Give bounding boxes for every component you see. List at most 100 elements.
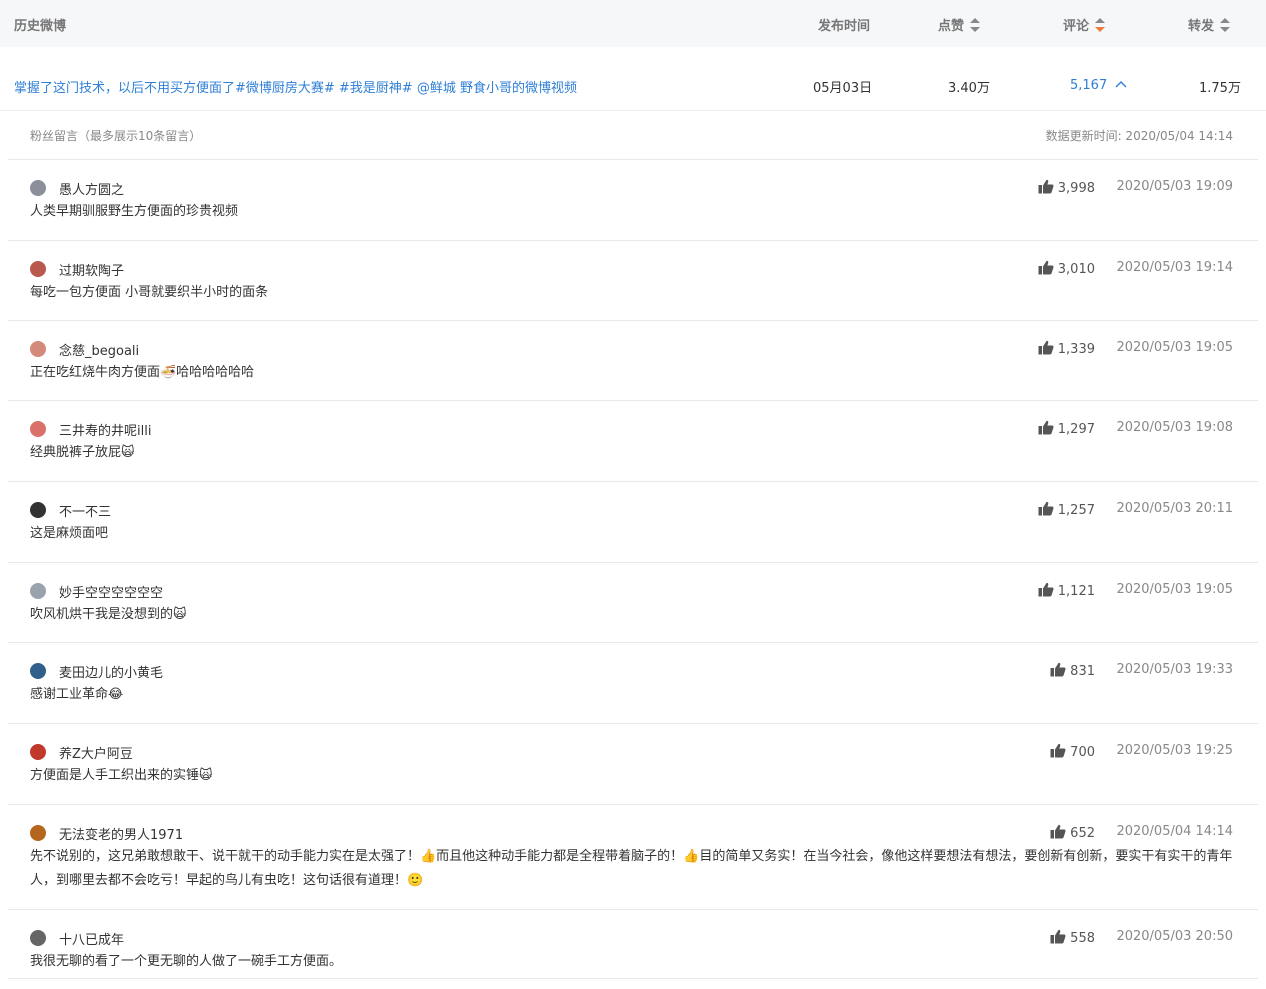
comment-text: 方便面是人手工织出来的实锤🙀 [30,768,213,783]
comment-likes-count: 1,339 [1057,342,1095,357]
comment-likes-count: 831 [1070,664,1095,679]
avatar[interactable] [30,421,46,437]
thumbs-up-icon [1038,260,1054,275]
comment-time: 2020/05/03 20:11 [1116,501,1233,516]
comment-item: 念慈_begoali 1,339 2020/05/03 19:05 正在吃红烧牛肉方便… [8,320,1258,400]
comment-item: 麦田边儿的小黄毛 831 2020/05/03 19:33 感谢工业革命😂 [8,642,1258,723]
fan-comments-header: 粉丝留言（最多展示10条留言） 数据更新时间: 2020/05/04 14:14 [0,111,1266,159]
comment-likes: 831 [1050,662,1095,679]
post-comments[interactable]: 5,167 [1070,77,1127,93]
avatar[interactable] [30,502,46,518]
comment-likes: 3,010 [1038,260,1095,277]
thumbs-up-icon [1038,340,1054,355]
thumbs-up-icon [1050,824,1066,839]
comment-text: 先不说别的，这兄弟敢想敢干、说干就干的动手能力实在是太强了！👍而且他这种动手能力… [30,849,1233,888]
comment-time: 2020/05/03 19:25 [1116,743,1233,758]
avatar[interactable] [30,341,46,357]
column-comments[interactable]: 评论 [1063,15,1106,34]
header-title: 历史微博 [14,19,67,34]
avatar[interactable] [30,825,46,841]
comment-item: 不一不三 1,257 2020/05/03 20:11 这是麻烦面吧 [8,481,1258,562]
avatar[interactable] [30,180,46,196]
column-likes[interactable]: 点赞 [938,15,981,34]
comment-likes-count: 1,121 [1057,584,1095,599]
avatar[interactable] [30,663,46,679]
comment-likes: 1,257 [1038,501,1095,518]
comment-username[interactable]: 愚人方圆之 [59,179,124,198]
comment-likes-count: 3,010 [1057,262,1095,277]
comment-text: 正在吃红烧牛肉方便面🍜哈哈哈哈哈哈 [30,365,255,380]
comment-likes: 558 [1050,929,1095,946]
thumbs-up-icon [1038,582,1054,597]
comment-username[interactable]: 三井寿的井呢illi [59,420,151,439]
comment-username[interactable]: 不一不三 [59,501,111,520]
comment-username[interactable]: 念慈_begoali [59,340,139,359]
fan-comments-title: 粉丝留言（最多展示10条留言） [30,129,202,143]
comment-likes-count: 1,297 [1057,422,1095,437]
column-publish-time[interactable]: 发布时间 [818,15,870,34]
comment-item: 过期软陶子 3,010 2020/05/03 19:14 每吃一包方便面 小哥就要织半… [8,240,1258,320]
avatar[interactable] [30,583,46,599]
chevron-up-icon[interactable] [1115,77,1127,92]
column-likes-label: 点赞 [938,19,965,34]
comment-likes-count: 700 [1070,745,1095,760]
comment-text: 人类早期驯服野生方便面的珍贵视频 [30,204,239,219]
divider [8,978,1258,979]
comment-username[interactable]: 无法变老的男人1971 [59,824,183,843]
comment-item: 养Z大户阿豆 700 2020/05/03 19:25 方便面是人手工织出来的实锤🙀 [8,723,1258,804]
comment-text: 吹风机烘干我是没想到的🙀 [30,607,187,622]
comment-time: 2020/05/03 19:05 [1116,340,1233,355]
column-reposts-label: 转发 [1188,19,1215,34]
comment-likes: 700 [1050,743,1095,760]
comment-likes-count: 1,257 [1057,503,1095,518]
sort-icon-active[interactable] [1095,18,1106,32]
thumbs-up-icon [1038,179,1054,194]
post-reposts: 1.75万 [1199,81,1241,96]
comment-list: 愚人方圆之 3,998 2020/05/03 19:09 人类早期驯服野生方便面的珍贵… [8,159,1258,989]
post-comments-count[interactable]: 5,167 [1070,78,1107,93]
comment-time: 2020/05/04 14:14 [1116,824,1233,839]
post-title-link[interactable]: 掌握了这门技术，以后不用买方便面了#微博厨房大赛# #我是厨神# @鲜城 野食小… [14,77,577,96]
avatar[interactable] [30,744,46,760]
comment-time: 2020/05/03 19:05 [1116,582,1233,597]
comment-item: 无法变老的男人1971 652 2020/05/04 14:14 先不说别的，这兄弟敢… [8,804,1258,909]
comment-item: 十八已成年 558 2020/05/03 20:50 我很无聊的看了一个更无聊的人做了… [8,909,1258,989]
comment-likes: 1,121 [1038,582,1095,599]
comment-text: 这是麻烦面吧 [30,526,109,541]
comment-text: 经典脱裤子放屁🙀 [30,445,135,460]
sort-icon[interactable] [1220,18,1231,32]
avatar[interactable] [30,261,46,277]
data-update-time: 数据更新时间: 2020/05/04 14:14 [1045,129,1233,143]
thumbs-up-icon [1050,662,1066,677]
comment-username[interactable]: 麦田边儿的小黄毛 [59,662,163,681]
comment-username[interactable]: 养Z大户阿豆 [59,743,133,762]
comment-likes-count: 652 [1070,826,1095,841]
thumbs-up-icon [1050,929,1066,944]
comment-time: 2020/05/03 20:50 [1116,929,1233,944]
post-row[interactable]: 掌握了这门技术，以后不用买方便面了#微博厨房大赛# #我是厨神# @鲜城 野食小… [0,47,1266,111]
column-reposts[interactable]: 转发 [1188,15,1231,34]
comment-time: 2020/05/03 19:14 [1116,260,1233,275]
comment-item: 三井寿的井呢illi 1,297 2020/05/03 19:08 经典脱裤子放屁🙀 [8,400,1258,481]
comment-text: 我很无聊的看了一个更无聊的人做了一碗手工方便面。 [30,954,343,969]
comment-likes: 3,998 [1038,179,1095,196]
column-comments-label: 评论 [1063,19,1090,34]
post-likes: 3.40万 [948,81,990,96]
comment-time: 2020/05/03 19:08 [1116,420,1233,435]
thumbs-up-icon [1050,743,1066,758]
comment-text: 感谢工业革命😂 [30,687,124,702]
table-header: 历史微博 发布时间 点赞 评论 转发 [0,0,1266,47]
comment-time: 2020/05/03 19:33 [1116,662,1233,677]
comment-time: 2020/05/03 19:09 [1116,179,1233,194]
comment-likes-count: 558 [1070,931,1095,946]
avatar[interactable] [30,930,46,946]
comment-username[interactable]: 妙手空空空空空空 [59,582,163,601]
sort-icon[interactable] [970,18,981,32]
thumbs-up-icon [1038,501,1054,516]
comment-likes: 1,339 [1038,340,1095,357]
comment-item: 愚人方圆之 3,998 2020/05/03 19:09 人类早期驯服野生方便面的珍贵… [8,159,1258,240]
comment-text: 每吃一包方便面 小哥就要织半小时的面条 [30,285,269,300]
comment-username[interactable]: 过期软陶子 [59,260,124,279]
comment-username[interactable]: 十八已成年 [59,929,124,948]
comment-item: 妙手空空空空空空 1,121 2020/05/03 19:05 吹风机烘干我是没想到的… [8,562,1258,642]
